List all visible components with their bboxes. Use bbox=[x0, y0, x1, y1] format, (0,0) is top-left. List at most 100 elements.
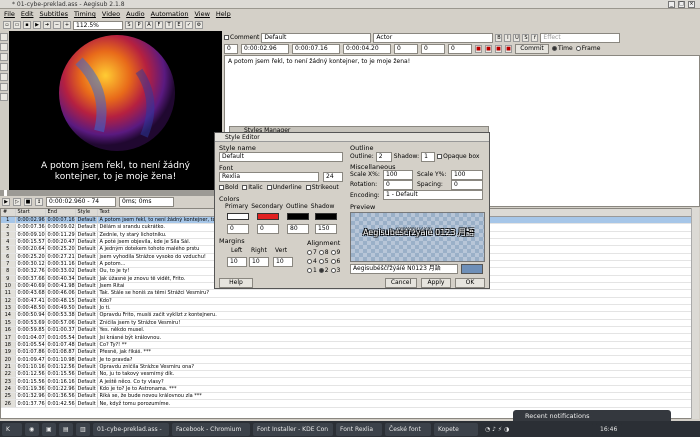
styles-icon[interactable]: S bbox=[125, 21, 133, 29]
bold-check-icon[interactable] bbox=[219, 185, 224, 190]
clip-tool-icon[interactable] bbox=[0, 83, 8, 91]
time-radio[interactable]: Time bbox=[552, 45, 573, 53]
table-row[interactable]: 24 0:01:19.36 0:01:22.96 Default Kdo je to? … bbox=[1, 385, 697, 394]
video-display[interactable]: A potom jsem řekl, to není žádný kontejn… bbox=[9, 31, 222, 190]
encoding-select[interactable]: 1 - Default bbox=[383, 190, 483, 200]
outline-width-field[interactable]: 2 bbox=[375, 152, 392, 162]
menu-automation[interactable]: Automation bbox=[151, 10, 189, 18]
frame-radio-icon[interactable] bbox=[575, 46, 581, 51]
grid-header-3[interactable]: Style bbox=[75, 209, 98, 217]
taskbar-item-kopete[interactable]: Kopete bbox=[434, 422, 478, 436]
color-secondary-icon[interactable]: ■ bbox=[485, 45, 492, 53]
style-select[interactable]: Default bbox=[261, 33, 372, 43]
menu-help[interactable]: Help bbox=[216, 10, 231, 18]
table-row[interactable]: 12 0:00:47.41 0:00:48.15 Default Kdo? bbox=[1, 297, 697, 305]
style-name-field[interactable]: Default bbox=[219, 152, 343, 162]
table-row[interactable]: 17 0:01:04.07 0:01:05.54 Default Jsi krásné … bbox=[1, 333, 697, 342]
drag-tool-icon[interactable] bbox=[0, 43, 8, 51]
table-row[interactable]: 14 0:00:50.94 0:00:53.38 Default Opravdu Fri… bbox=[1, 311, 697, 320]
primary-color-swatch[interactable] bbox=[227, 213, 249, 220]
browser-icon[interactable]: ◉ bbox=[25, 422, 39, 436]
terminal-icon[interactable]: ▣ bbox=[42, 422, 56, 436]
apply-button[interactable]: Apply bbox=[421, 278, 451, 288]
close-button[interactable]: × bbox=[688, 1, 695, 8]
taskbar-item-chromium[interactable]: Facebook - Chromium bbox=[172, 422, 250, 436]
margin-vert-field[interactable]: 0 bbox=[448, 44, 472, 54]
shadow-depth-field[interactable]: 1 bbox=[421, 152, 436, 162]
bold-icon[interactable]: B bbox=[495, 34, 503, 42]
table-row[interactable]: 11 0:00:43.68 0:00:46.06 Default Tak. Stále … bbox=[1, 289, 697, 298]
effect-field[interactable]: Effect bbox=[540, 33, 621, 43]
new-file-icon[interactable]: ▫ bbox=[3, 21, 11, 29]
align-7-radio[interactable] bbox=[307, 250, 312, 255]
taskbar-item-ceske-font[interactable]: České font bbox=[385, 422, 431, 436]
font-icon[interactable]: f bbox=[531, 34, 539, 42]
maximize-button[interactable]: □ bbox=[678, 1, 685, 8]
frame-radio[interactable]: Frame bbox=[575, 45, 600, 53]
style-margin-left-field[interactable]: 10 bbox=[227, 257, 247, 267]
zoom-out-icon[interactable]: − bbox=[53, 21, 61, 29]
table-row[interactable]: 13 0:00:48.50 0:00:49.50 Default Jo ti. bbox=[1, 304, 697, 313]
stop-icon[interactable]: ■ bbox=[24, 198, 32, 206]
start-time-field[interactable]: 0:00:02.96 bbox=[241, 44, 289, 54]
align-4-radio[interactable] bbox=[307, 259, 312, 264]
grid-scrollbar[interactable] bbox=[691, 208, 699, 419]
menu-timing[interactable]: Timing bbox=[74, 10, 96, 18]
scaley-field[interactable]: 100 bbox=[451, 170, 483, 180]
menu-video[interactable]: Video bbox=[102, 10, 120, 18]
help-button[interactable]: Help bbox=[219, 278, 253, 288]
table-row[interactable]: 16 0:00:59.85 0:01:00.37 Default Yes. někdo … bbox=[1, 326, 697, 335]
menu-subtitles[interactable]: Subtitles bbox=[39, 10, 67, 18]
standard-tool-icon[interactable] bbox=[0, 33, 8, 41]
outline-alpha-field[interactable]: 80 bbox=[287, 224, 309, 234]
duration-field[interactable]: 0:00:04.20 bbox=[343, 44, 391, 54]
jump-icon[interactable]: ➜ bbox=[43, 21, 51, 29]
style-margin-vert-field[interactable]: 10 bbox=[273, 257, 293, 267]
style-editor-titlebar[interactable]: Style Editor bbox=[215, 133, 489, 142]
shadow-color-swatch[interactable] bbox=[315, 213, 337, 220]
margin-right-field[interactable]: 0 bbox=[421, 44, 445, 54]
rotation-field[interactable]: 0 bbox=[383, 180, 413, 190]
underline-check-icon[interactable] bbox=[266, 185, 272, 190]
underline-icon[interactable]: U bbox=[513, 34, 521, 42]
italic-check-icon[interactable] bbox=[242, 185, 248, 190]
cancel-button[interactable]: Cancel bbox=[385, 278, 417, 288]
secondary-color-swatch[interactable] bbox=[257, 213, 279, 220]
table-row[interactable]: 25 0:01:32.96 0:01:36.56 Default Říká se, že… bbox=[1, 392, 697, 401]
table-row[interactable]: 22 0:01:12.56 0:01:15.56 Default No, ju to t… bbox=[1, 370, 697, 379]
color-shadow-icon[interactable]: ■ bbox=[505, 45, 512, 53]
grid-header-2[interactable]: End bbox=[45, 209, 76, 217]
minimize-button[interactable]: _ bbox=[668, 1, 675, 8]
align-5-radio[interactable] bbox=[318, 259, 324, 264]
align-6-radio[interactable] bbox=[330, 259, 336, 264]
timing-icon[interactable]: T bbox=[165, 21, 173, 29]
save-icon[interactable]: ▪ bbox=[23, 21, 31, 29]
rotate-z-tool-icon[interactable] bbox=[0, 53, 8, 61]
desktop-icon[interactable]: ▤ bbox=[59, 422, 73, 436]
strikeout-check-icon[interactable] bbox=[305, 185, 311, 190]
secondary-alpha-field[interactable]: 0 bbox=[257, 224, 279, 234]
vector-clip-tool-icon[interactable] bbox=[0, 93, 8, 101]
play-icon[interactable]: ▶ bbox=[2, 198, 10, 206]
bold-checkbox[interactable]: Bold bbox=[219, 184, 238, 192]
menu-file[interactable]: File bbox=[4, 10, 15, 18]
taskbar-item-aegisub[interactable]: 01-cybe-preklad.ass - bbox=[93, 422, 169, 436]
zoom-in-icon[interactable]: + bbox=[63, 21, 71, 29]
attachments-icon[interactable]: A bbox=[145, 21, 153, 29]
table-row[interactable]: 26 0:01:37.76 0:01:42.56 Default Ne, když to… bbox=[1, 399, 697, 408]
system-tray[interactable]: ◔ ♪ ⚡ ◑ bbox=[481, 422, 593, 436]
font-size-field[interactable]: 24 bbox=[323, 172, 343, 182]
table-row[interactable]: 15 0:00:53.69 0:00:57.06 Default Zničila jse… bbox=[1, 319, 697, 328]
scalex-field[interactable]: 100 bbox=[383, 170, 413, 180]
strikeout-checkbox[interactable]: Strikeout bbox=[305, 184, 339, 192]
primary-alpha-field[interactable]: 0 bbox=[227, 224, 249, 234]
ok-button[interactable]: OK bbox=[455, 278, 485, 288]
rotate-xy-tool-icon[interactable] bbox=[0, 63, 8, 71]
spellcheck-icon[interactable]: ✓ bbox=[185, 21, 193, 29]
color-primary-icon[interactable]: ■ bbox=[475, 45, 482, 53]
translation-icon[interactable]: E bbox=[175, 21, 183, 29]
strikeout-icon[interactable]: S bbox=[522, 34, 530, 42]
color-outline-icon[interactable]: ■ bbox=[495, 45, 502, 53]
table-row[interactable]: 23 0:01:15.56 0:01:16.16 Default A ještě něc… bbox=[1, 377, 697, 386]
menu-audio[interactable]: Audio bbox=[126, 10, 144, 18]
